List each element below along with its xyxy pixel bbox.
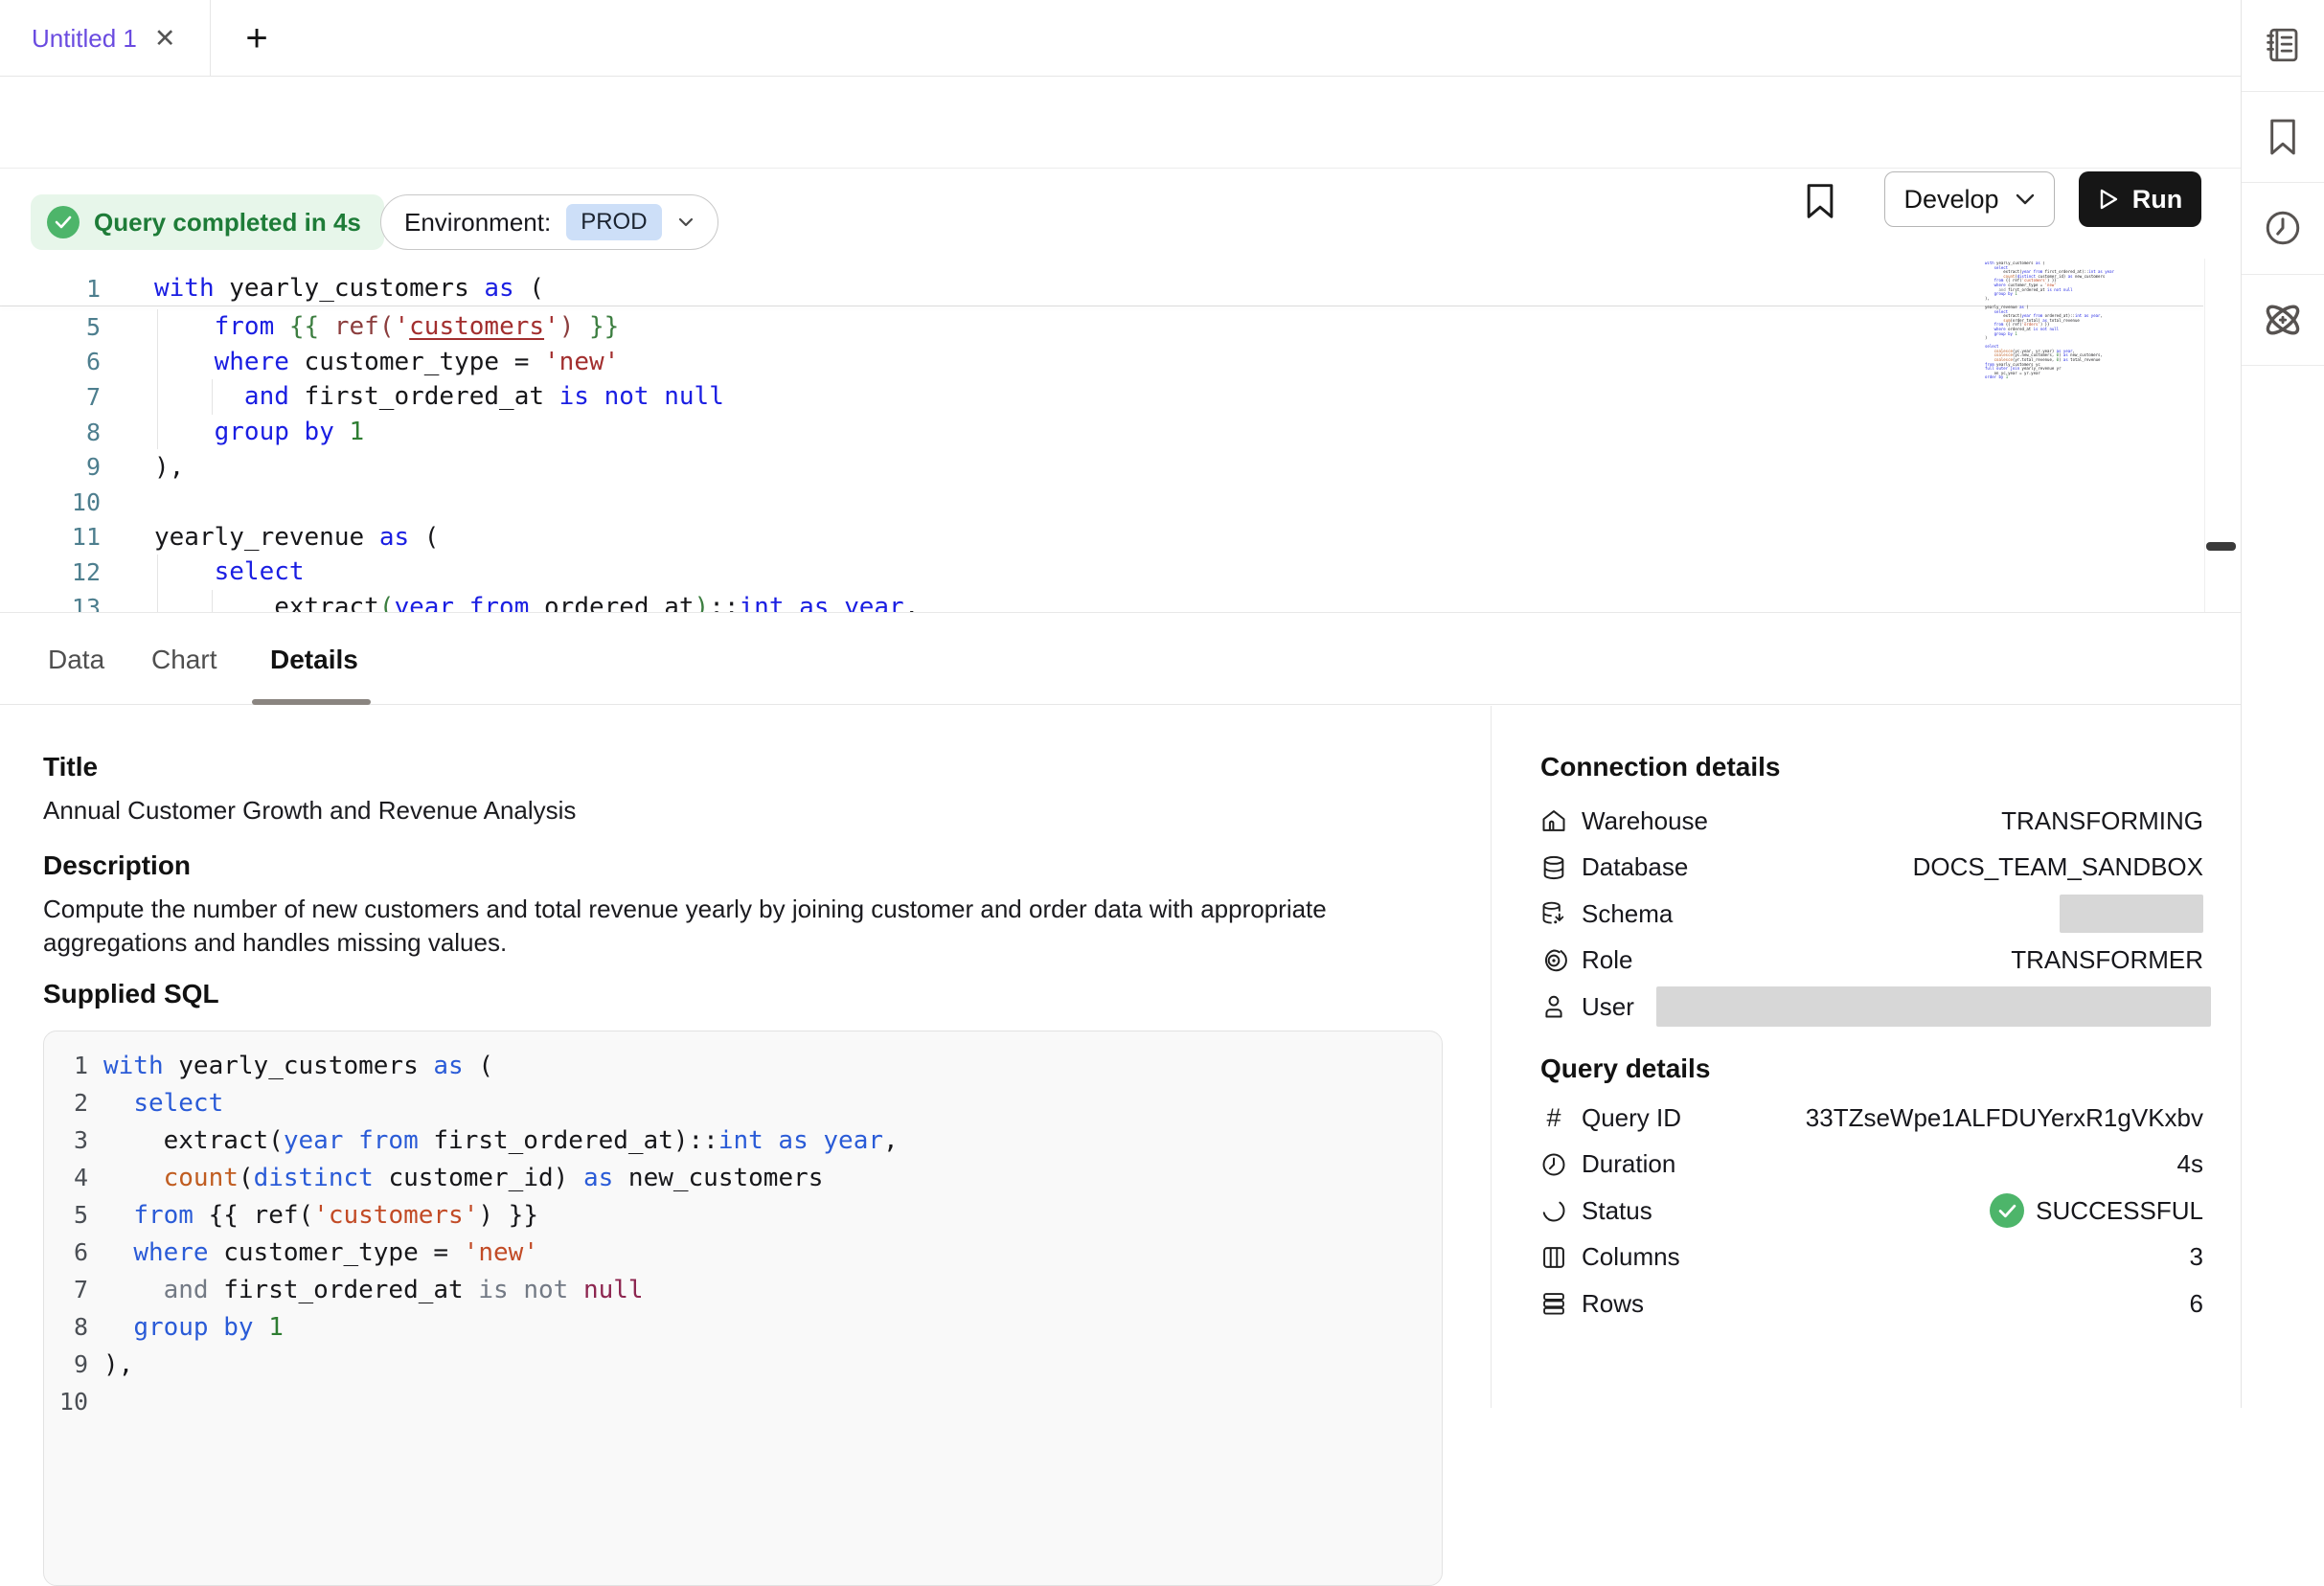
rows-value: 6: [2190, 1289, 2203, 1319]
query-row-status: Status SUCCESSFUL: [1540, 1188, 2203, 1235]
run-button[interactable]: Run: [2079, 171, 2201, 227]
rows-icon: [1540, 1290, 1567, 1317]
schema-icon: [1540, 900, 1567, 927]
run-label: Run: [2132, 185, 2182, 215]
query-details-heading: Query details: [1540, 1054, 1710, 1084]
notebook-icon: [2263, 25, 2303, 65]
editor-scrollbar-track[interactable]: [2204, 259, 2241, 612]
sidebar-item-notebook[interactable]: [2242, 0, 2324, 92]
tab-untitled-1[interactable]: Untitled 1 ✕: [0, 0, 211, 77]
history-clock-icon: [2263, 208, 2303, 248]
success-check-icon: [1990, 1193, 2024, 1228]
query-details-rows: # Query ID 33TZseWpe1ALFDUYerxR1gVKxbv D…: [1540, 1095, 2203, 1327]
close-icon[interactable]: ✕: [154, 26, 176, 52]
develop-dropdown[interactable]: Develop: [1884, 171, 2055, 227]
editor-sticky-line: 1with yearly_customers as (: [0, 271, 1972, 306]
connection-row-warehouse: Warehouse TRANSFORMING: [1540, 798, 2203, 845]
bookmark-icon: [2264, 117, 2302, 157]
editor-minimap[interactable]: with yearly_customers as ( select extrac…: [1985, 261, 2114, 380]
right-sidebar: [2241, 0, 2324, 1408]
duration-value: 4s: [2177, 1149, 2203, 1179]
database-value: DOCS_TEAM_SANDBOX: [1913, 852, 2203, 882]
lineage-atom-icon: [2261, 298, 2305, 342]
status-value: SUCCESSFUL: [1990, 1193, 2203, 1228]
description-value: Compute the number of new customers and …: [43, 893, 1351, 959]
tab-details[interactable]: Details: [270, 614, 358, 705]
tab-chart[interactable]: Chart: [151, 614, 216, 705]
connection-row-role: Role TRANSFORMER: [1540, 938, 2203, 985]
environment-selector[interactable]: Environment: PROD: [380, 194, 718, 250]
title-value: Annual Customer Growth and Revenue Analy…: [43, 796, 576, 826]
sql-editor[interactable]: 1with yearly_customers as ( 5 from {{ re…: [0, 259, 2241, 613]
sidebar-item-lineage[interactable]: [2242, 275, 2324, 367]
connection-details-heading: Connection details: [1540, 752, 1780, 782]
tab-data[interactable]: Data: [48, 614, 104, 705]
environment-label: Environment:: [404, 208, 551, 238]
spinner-icon: [1540, 1197, 1567, 1224]
environment-value-badge: PROD: [566, 204, 661, 240]
toolbar: Develop Run: [0, 77, 2241, 169]
clock-icon: [1540, 1151, 1567, 1178]
role-icon: [1540, 947, 1567, 974]
develop-label: Develop: [1903, 185, 1998, 215]
chevron-down-icon: [677, 216, 695, 228]
result-tab-bar: Data Chart Details: [0, 614, 2241, 705]
connection-details-rows: Warehouse TRANSFORMING Database DOCS_TEA…: [1540, 798, 2203, 1031]
role-value: TRANSFORMER: [2011, 945, 2203, 975]
query-id-value: 33TZseWpe1ALFDUYerxR1gVKxbv: [1806, 1103, 2203, 1133]
supplied-sql-block: 1with yearly_customers as (2 select3 ext…: [43, 1031, 1443, 1586]
columns-icon: [1540, 1244, 1567, 1271]
supplied-sql-heading: Supplied SQL: [43, 979, 219, 1009]
user-icon: [1540, 993, 1567, 1020]
query-row-duration: Duration 4s: [1540, 1142, 2203, 1189]
connection-row-user: User: [1540, 984, 2203, 1031]
description-heading: Description: [43, 850, 191, 881]
query-status-text: Query completed in 4s: [94, 208, 361, 238]
active-tab-underline: [252, 699, 371, 705]
query-status-badge: Query completed in 4s: [31, 194, 384, 250]
bookmark-icon[interactable]: [1803, 182, 1837, 220]
schema-value-redacted: [2060, 895, 2203, 933]
query-row-columns: Columns 3: [1540, 1235, 2203, 1281]
chevron-down-icon: [2015, 193, 2036, 206]
query-row-rows: Rows 6: [1540, 1280, 2203, 1327]
connection-row-database: Database DOCS_TEAM_SANDBOX: [1540, 845, 2203, 892]
editor-scrollbar-handle[interactable]: [2206, 542, 2236, 551]
hash-icon: #: [1540, 1104, 1567, 1131]
play-icon: [2098, 188, 2119, 211]
columns-value: 3: [2190, 1242, 2203, 1272]
warehouse-value: TRANSFORMING: [2001, 806, 2203, 836]
tab-bar: Untitled 1 ✕ +: [0, 0, 2241, 77]
details-pane-divider: [1491, 706, 1492, 1408]
connection-row-schema: Schema: [1540, 891, 2203, 938]
check-circle-icon: [47, 206, 80, 238]
database-icon: [1540, 854, 1567, 881]
tab-title: Untitled 1: [32, 24, 137, 54]
title-heading: Title: [43, 752, 98, 782]
user-value-redacted: [1656, 986, 2211, 1027]
new-tab-button[interactable]: +: [228, 0, 285, 77]
sidebar-item-history[interactable]: [2242, 183, 2324, 275]
warehouse-icon: [1540, 807, 1567, 834]
query-row-id: # Query ID 33TZseWpe1ALFDUYerxR1gVKxbv: [1540, 1095, 2203, 1142]
editor-code-lines: 5 from {{ ref('customers') }}6 where cus…: [0, 309, 1972, 613]
sidebar-item-bookmarks[interactable]: [2242, 92, 2324, 184]
